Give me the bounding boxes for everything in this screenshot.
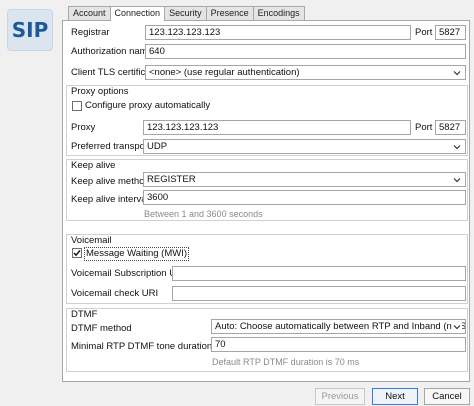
proxy-port-input[interactable]: 5827 (435, 120, 466, 135)
dtmf-duration-input[interactable]: 70 (211, 337, 466, 352)
tab-security[interactable]: Security (164, 6, 207, 20)
registrar-port-input[interactable]: 5827 (435, 25, 466, 40)
keep-alive-interval-input[interactable]: 3600 (143, 190, 466, 205)
tls-cert-select[interactable]: <none> (use regular authentication) (145, 65, 466, 80)
keep-alive-method-label: Keep alive method (71, 176, 150, 187)
cancel-button[interactable]: Cancel (424, 388, 470, 405)
proxy-input[interactable]: 123.123.123.123 (143, 120, 411, 135)
sip-logo-text: SIP (11, 18, 49, 42)
keep-alive-method-select[interactable]: REGISTER (143, 172, 466, 187)
mwi-label: Message Waiting (MWI) (84, 247, 189, 261)
tab-account[interactable]: Account (68, 6, 111, 20)
next-button[interactable]: Next (372, 388, 418, 405)
vm-subscription-input[interactable] (172, 266, 466, 281)
transport-select[interactable]: UDP (143, 139, 466, 154)
tls-cert-value: <none> (use regular authentication) (149, 67, 300, 78)
vm-subscription-label: Voicemail Subscription URI (71, 268, 186, 279)
logo-panel: SIP (0, 0, 58, 406)
tab-encodings[interactable]: Encodings (252, 6, 305, 20)
auth-name-label: Authorization name (71, 46, 153, 57)
vm-check-label: Voicemail check URI (71, 288, 159, 299)
tab-presence[interactable]: Presence (205, 6, 254, 20)
chevron-down-icon (453, 178, 461, 183)
tab-bar: Account Connection Security Presence Enc… (68, 6, 305, 21)
dtmf-method-label: DTMF method (71, 323, 132, 334)
configure-proxy-label: Configure proxy automatically (85, 100, 211, 111)
keep-alive-title: Keep alive (71, 160, 116, 171)
registrar-label: Registrar (71, 27, 110, 38)
keep-alive-interval-label: Keep alive interval (71, 194, 149, 205)
proxy-port-label: Port (415, 122, 433, 133)
auth-name-input[interactable]: 640 (145, 44, 466, 59)
dtmf-duration-label: Minimal RTP DTMF tone duration (ms) (71, 341, 234, 352)
voicemail-title: Voicemail (71, 235, 112, 246)
chevron-down-icon (453, 71, 461, 76)
dtmf-method-value: Auto: Choose automatically between RTP a… (215, 321, 466, 332)
checkmark-icon (73, 250, 81, 257)
chevron-down-icon (452, 322, 462, 332)
mwi-checkbox[interactable] (72, 248, 82, 258)
configure-proxy-checkbox[interactable] (72, 101, 82, 111)
dtmf-duration-hint: Default RTP DTMF duration is 70 ms (212, 357, 360, 367)
keep-alive-interval-hint: Between 1 and 3600 seconds (144, 209, 263, 219)
tab-connection[interactable]: Connection (109, 6, 166, 21)
chevron-down-icon (453, 145, 461, 150)
vm-check-input[interactable] (172, 286, 466, 301)
keep-alive-method-value: REGISTER (147, 174, 196, 185)
dtmf-title: DTMF (71, 309, 98, 320)
transport-value: UDP (147, 141, 168, 152)
proxy-options-title: Proxy options (71, 86, 129, 97)
transport-label: Preferred transport (71, 141, 151, 152)
proxy-label: Proxy (71, 122, 96, 133)
registrar-input[interactable]: 123.123.123.123 (145, 25, 411, 40)
dtmf-method-select[interactable]: Auto: Choose automatically between RTP a… (211, 319, 466, 334)
sip-logo: SIP (7, 9, 53, 51)
registrar-port-label: Port (415, 27, 433, 38)
previous-button[interactable]: Previous (315, 388, 365, 405)
